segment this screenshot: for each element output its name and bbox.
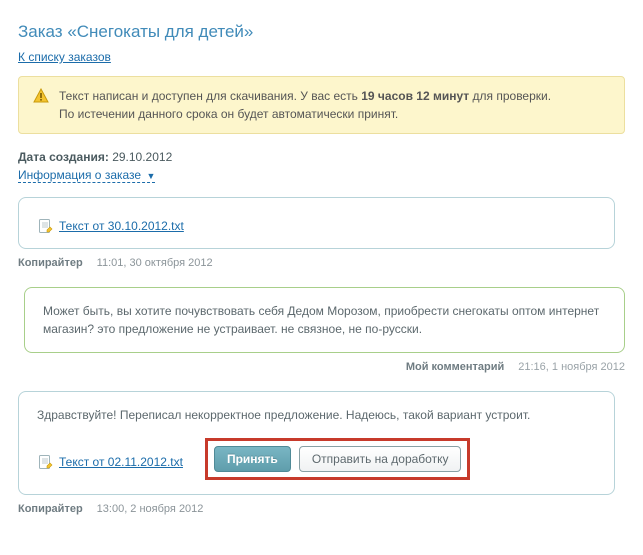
author-role: Мой комментарий <box>406 361 504 373</box>
message-footer: Мой комментарий 21:16, 1 ноября 2012 <box>18 361 625 373</box>
author-role: Копирайтер <box>18 257 83 269</box>
timestamp: 21:16, 1 ноября 2012 <box>518 361 625 373</box>
notice-post: для проверки. <box>469 89 551 103</box>
attachment-link[interactable]: Текст от 02.11.2012.txt <box>59 455 183 469</box>
action-highlight: Принять Отправить на доработку <box>205 438 471 480</box>
document-icon <box>37 218 53 234</box>
notice-banner: Текст написан и доступен для скачивания.… <box>18 76 625 134</box>
message-footer: Копирайтер 13:00, 2 ноября 2012 <box>18 503 625 515</box>
accept-button[interactable]: Принять <box>214 446 291 472</box>
attachment-row: Текст от 02.11.2012.txt <box>37 454 183 470</box>
created-label: Дата создания: <box>18 150 109 164</box>
notice-pre: Текст написан и доступен для скачивания.… <box>59 89 361 103</box>
back-to-list-link[interactable]: К списку заказов <box>18 50 111 64</box>
page-title: Заказ «Снегокаты для детей» <box>18 22 625 42</box>
timestamp: 13:00, 2 ноября 2012 <box>97 503 204 515</box>
created-value: 29.10.2012 <box>112 150 172 164</box>
attachment-link[interactable]: Текст от 30.10.2012.txt <box>59 219 184 233</box>
message-footer: Копирайтер 11:01, 30 октября 2012 <box>18 257 625 269</box>
message-bubble: Может быть, вы хотите почувствовать себя… <box>24 287 625 353</box>
message-text: Здравствуйте! Переписал некорректное пре… <box>37 406 596 424</box>
created-date: Дата создания: 29.10.2012 <box>18 150 625 164</box>
message-text: Может быть, вы хотите почувствовать себя… <box>43 302 606 338</box>
warning-icon <box>33 88 49 104</box>
timestamp: 11:01, 30 октября 2012 <box>97 257 213 269</box>
author-role: Копирайтер <box>18 503 83 515</box>
chevron-down-icon: ▼ <box>146 171 155 181</box>
order-info-label: Информация о заказе <box>18 168 141 182</box>
order-info-toggle[interactable]: Информация о заказе ▼ <box>18 168 155 183</box>
notice-duration: 19 часов 12 минут <box>361 89 469 103</box>
notice-line2: По истечении данного срока он будет авто… <box>59 107 398 121</box>
message-bubble: Здравствуйте! Переписал некорректное пре… <box>18 391 615 495</box>
document-icon <box>37 454 53 470</box>
notice-text: Текст написан и доступен для скачивания.… <box>59 87 551 123</box>
message-bubble: Текст от 30.10.2012.txt <box>18 197 615 249</box>
send-for-rework-button[interactable]: Отправить на доработку <box>299 446 462 472</box>
attachment-row: Текст от 30.10.2012.txt <box>37 218 596 234</box>
